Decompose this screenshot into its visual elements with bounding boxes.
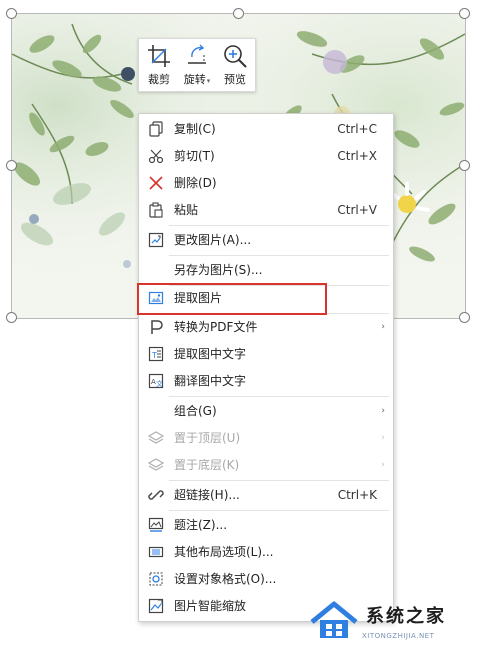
menu-item-save-as-image[interactable]: 另存为图片(S)... [139, 257, 393, 283]
zoom-icon [224, 45, 247, 68]
menu-item-hyperlink[interactable]: 超链接(H)... Ctrl+K [139, 482, 393, 508]
menu-label: 复制(C) [174, 122, 216, 136]
submenu-arrow: › [381, 433, 385, 443]
submenu-arrow: › [381, 322, 385, 332]
menu-item-translate-text[interactable]: A文 翻译图中文字 [139, 368, 393, 394]
watermark-brand: 系统之家 [366, 606, 446, 627]
resize-handle-top-right[interactable] [459, 8, 470, 19]
menu-label: 设置对象格式(O)... [174, 572, 277, 586]
smart-scale-icon [148, 598, 164, 614]
image-quick-toolbar: 裁剪 旋转▾ 预览 [138, 38, 256, 92]
menu-item-extract-image[interactable]: 提取图片 [139, 285, 393, 311]
menu-shortcut: Ctrl+V [337, 203, 377, 217]
extract-image-icon [148, 291, 164, 305]
menu-shortcut: Ctrl+C [337, 122, 377, 136]
menu-separator [169, 480, 389, 481]
menu-item-convert-pdf[interactable]: 转换为PDF文件 › [139, 314, 393, 340]
rotate-dropdown-arrow[interactable]: ▾ [207, 77, 211, 85]
paste-icon [149, 202, 163, 218]
menu-shortcut: Ctrl+X [337, 149, 377, 163]
submenu-arrow: › [381, 406, 385, 416]
watermark-logo: 系统之家 XITONGZHIJIA.NET [308, 598, 480, 646]
menu-item-bring-to-front: 置于顶层(U) › [139, 425, 393, 451]
resize-handle-middle-right[interactable] [459, 160, 470, 171]
rotate-label-wrap: 旋转▾ [179, 73, 215, 88]
menu-label: 置于底层(K) [174, 458, 240, 472]
menu-separator [169, 255, 389, 256]
menu-separator [169, 396, 389, 397]
link-icon [148, 490, 164, 500]
submenu-arrow: › [381, 460, 385, 470]
menu-label: 更改图片(A)... [174, 233, 252, 247]
menu-item-group[interactable]: 组合(G) › [139, 398, 393, 424]
menu-label: 组合(G) [174, 404, 217, 418]
menu-label: 粘贴 [174, 203, 199, 217]
menu-label: 提取图片 [174, 291, 223, 305]
crop-icon [148, 45, 170, 67]
layers-icon [148, 431, 164, 444]
resize-handle-top-left[interactable] [6, 8, 17, 19]
menu-label: 题注(Z)... [174, 518, 228, 532]
svg-text:T: T [151, 351, 157, 360]
preview-label: 预览 [224, 73, 246, 86]
menu-item-send-to-back: 置于底层(K) › [139, 452, 393, 478]
menu-item-extract-text[interactable]: T 提取图中文字 [139, 341, 393, 367]
menu-label: 图片智能缩放 [174, 599, 247, 613]
crop-label: 裁剪 [148, 73, 170, 86]
layers-icon [148, 458, 164, 471]
menu-item-format-object[interactable]: 设置对象格式(O)... [139, 566, 393, 592]
menu-separator [169, 510, 389, 511]
menu-label: 提取图中文字 [174, 347, 247, 361]
menu-label: 另存为图片(S)... [174, 263, 263, 277]
resize-handle-bottom-left[interactable] [6, 312, 17, 323]
resize-handle-bottom-right[interactable] [459, 312, 470, 323]
menu-label: 删除(D) [174, 176, 217, 190]
copy-icon [149, 121, 163, 137]
menu-label: 其他布局选项(L)... [174, 545, 274, 559]
rotate-label: 旋转 [183, 73, 206, 86]
menu-label: 转换为PDF文件 [174, 320, 258, 334]
ocr-icon: T [148, 346, 164, 362]
caption-icon [148, 517, 164, 532]
preview-button[interactable]: 预览 [217, 41, 253, 89]
rotate-icon [188, 44, 206, 64]
menu-item-other-layout[interactable]: 其他布局选项(L)... [139, 539, 393, 565]
menu-item-cut[interactable]: 剪切(T) Ctrl+X [139, 143, 393, 169]
menu-label: 翻译图中文字 [174, 374, 247, 388]
menu-separator [169, 225, 389, 226]
menu-label: 超链接(H)... [174, 488, 240, 502]
menu-item-paste[interactable]: 粘贴 Ctrl+V [139, 197, 393, 223]
translate-icon: A文 [148, 373, 164, 389]
menu-item-delete[interactable]: 删除(D) [139, 170, 393, 196]
menu-item-copy[interactable]: 复制(C) Ctrl+C [139, 116, 393, 142]
scissors-icon [148, 149, 164, 164]
change-image-icon [148, 232, 164, 248]
format-icon [149, 572, 163, 586]
context-menu: 复制(C) Ctrl+C 剪切(T) Ctrl+X 删除(D) 粘贴 Ctrl+… [138, 113, 394, 622]
resize-handle-middle-left[interactable] [6, 160, 17, 171]
watermark-house-icon [310, 601, 358, 638]
pdf-icon [151, 320, 163, 334]
watermark-url: XITONGZHIJIA.NET [362, 632, 435, 640]
menu-shortcut: Ctrl+K [337, 488, 377, 502]
resize-handle-top-middle[interactable] [233, 8, 244, 19]
crop-button[interactable]: 裁剪 [141, 41, 177, 89]
menu-item-caption[interactable]: 题注(Z)... [139, 512, 393, 538]
menu-label: 置于顶层(U) [174, 431, 241, 445]
menu-label: 剪切(T) [174, 149, 215, 163]
svg-text:文: 文 [156, 379, 163, 388]
menu-item-change-image[interactable]: 更改图片(A)... [139, 227, 393, 253]
delete-x-icon [149, 176, 163, 190]
rotate-button[interactable]: 旋转▾ [179, 41, 215, 89]
layout-icon [148, 546, 164, 558]
